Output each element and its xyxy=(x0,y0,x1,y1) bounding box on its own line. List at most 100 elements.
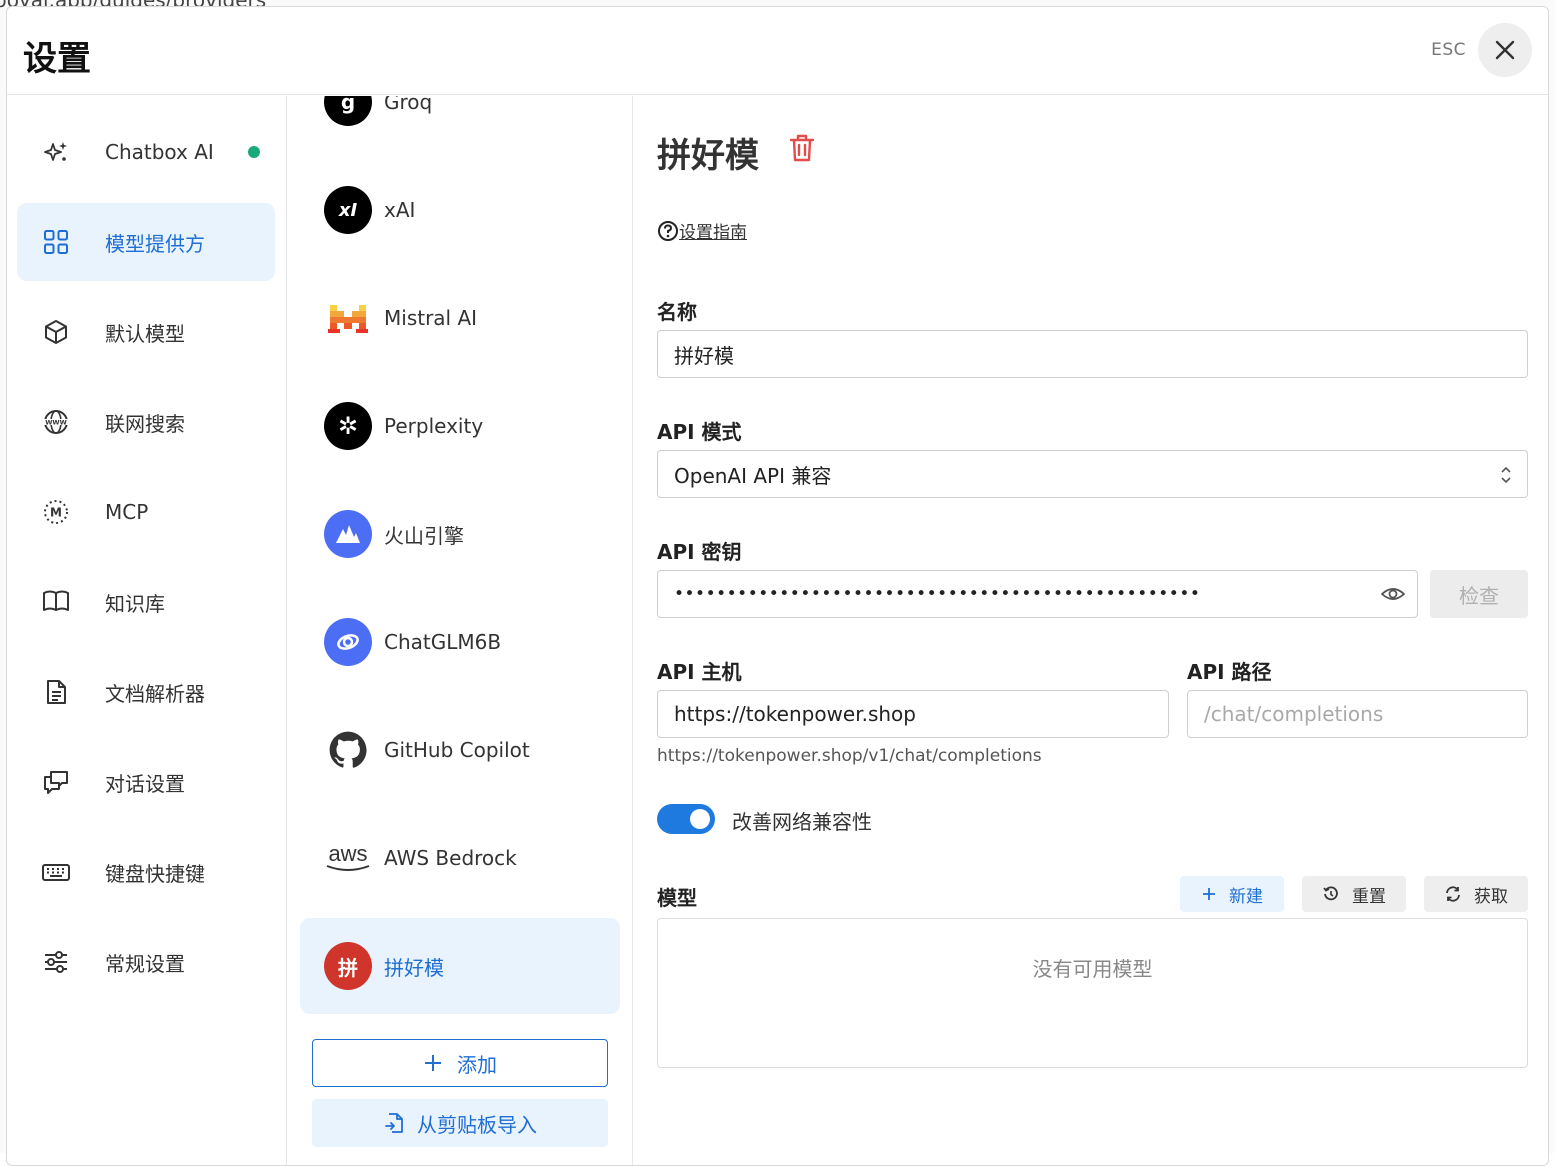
nav-label: 文档解析器 xyxy=(105,681,205,706)
updown-chevron-icon xyxy=(1501,466,1511,484)
nav-item-chat-settings[interactable]: 对话设置 xyxy=(17,743,275,821)
close-button[interactable] xyxy=(1478,23,1532,77)
document-icon xyxy=(41,677,71,707)
api-mode-select[interactable]: OpenAI API 兼容 xyxy=(657,450,1528,498)
provider-name: Perplexity xyxy=(384,414,484,438)
status-dot xyxy=(247,146,260,158)
network-compat-label: 改善网络兼容性 xyxy=(732,810,872,834)
provider-list[interactable]: g Groq xI xAI Mistral AI ✲ Perplexity 火山… xyxy=(288,96,633,1165)
provider-name: ChatGLM6B xyxy=(384,630,502,654)
nav-label: 常规设置 xyxy=(105,951,185,976)
reset-models-label: 重置 xyxy=(1352,886,1386,907)
plus-icon xyxy=(1203,888,1215,900)
mcp-icon: M xyxy=(41,497,71,527)
api-path-placeholder: /chat/completions xyxy=(1204,702,1384,726)
cube-icon xyxy=(41,317,71,347)
api-key-value: ••••••••••••••••••••••••••••••••••••••••… xyxy=(674,584,1201,604)
reset-models-button[interactable]: 重置 xyxy=(1302,876,1406,912)
perplexity-logo-icon: ✲ xyxy=(324,402,372,450)
nav-label: 对话设置 xyxy=(105,771,185,796)
provider-item-groq[interactable]: g Groq xyxy=(300,96,620,150)
eye-icon[interactable] xyxy=(1381,584,1405,604)
provider-item-pinhaomo[interactable]: 拼 拼好模 xyxy=(300,918,620,1014)
page-title: 设置 xyxy=(23,39,91,79)
nav-item-chatbox-ai[interactable]: Chatbox AI xyxy=(17,113,275,191)
svg-text:WWW: WWW xyxy=(45,419,67,427)
name-value: 拼好模 xyxy=(674,343,734,368)
import-clipboard-button[interactable]: 从剪贴板导入 xyxy=(312,1099,608,1147)
nav-item-default-model[interactable]: 默认模型 xyxy=(17,293,275,371)
nav-label: MCP xyxy=(105,500,149,524)
resolved-url: https://tokenpower.shop/v1/chat/completi… xyxy=(657,746,1042,766)
nav-item-general-settings[interactable]: 常规设置 xyxy=(17,923,275,1001)
nav-item-mcp[interactable]: M MCP xyxy=(17,473,275,551)
nav-label: 默认模型 xyxy=(105,321,185,346)
provider-name: Groq xyxy=(384,96,433,114)
new-model-button[interactable]: 新建 xyxy=(1180,876,1284,912)
api-host-value: https://tokenpower.shop xyxy=(674,702,916,726)
nav-item-document-parser[interactable]: 文档解析器 xyxy=(17,653,275,731)
grid-icon xyxy=(41,227,71,257)
provider-item-github-copilot[interactable]: GitHub Copilot xyxy=(300,702,620,798)
volcengine-logo-icon xyxy=(324,510,372,558)
nav-label: 键盘快捷键 xyxy=(105,861,205,886)
new-model-label: 新建 xyxy=(1229,886,1263,907)
nav-item-keyboard-shortcuts[interactable]: 键盘快捷键 xyxy=(17,833,275,911)
add-provider-button[interactable]: 添加 xyxy=(312,1039,608,1087)
provider-item-perplexity[interactable]: ✲ Perplexity xyxy=(300,378,620,474)
svg-text:M: M xyxy=(50,506,62,520)
sparkle-icon xyxy=(41,137,71,167)
import-file-icon xyxy=(385,1113,403,1133)
nav-label: 模型提供方 xyxy=(105,231,205,256)
nav-label: Chatbox AI xyxy=(105,140,214,164)
close-icon xyxy=(1495,40,1515,60)
nav-label: 联网搜索 xyxy=(105,411,185,436)
empty-models-message: 没有可用模型 xyxy=(1032,957,1153,981)
models-list: 没有可用模型 xyxy=(657,918,1528,1068)
delete-provider-button[interactable] xyxy=(787,132,819,164)
www-globe-icon: WWW xyxy=(41,407,71,437)
api-key-field[interactable]: ••••••••••••••••••••••••••••••••••••••••… xyxy=(657,570,1418,618)
api-key-label: API 密钥 xyxy=(657,540,742,564)
import-clipboard-label: 从剪贴板导入 xyxy=(417,1112,537,1137)
reset-icon xyxy=(1323,886,1338,901)
settings-modal: 设置 ESC Chatbox AI 模型提供方 默认模型 WWW 联网搜索 M … xyxy=(6,6,1549,1166)
nav-item-knowledge-base[interactable]: 知识库 xyxy=(17,563,275,641)
add-provider-label: 添加 xyxy=(457,1052,497,1077)
api-path-label: API 路径 xyxy=(1187,660,1272,684)
provider-name: 拼好模 xyxy=(384,955,444,980)
fetch-models-button[interactable]: 获取 xyxy=(1424,876,1528,912)
provider-name: AWS Bedrock xyxy=(384,846,517,870)
provider-item-chatglm[interactable]: ChatGLM6B xyxy=(300,594,620,690)
network-compat-toggle[interactable] xyxy=(657,804,715,834)
setup-guide-link[interactable]: 设置指南 xyxy=(657,218,747,243)
nav-item-model-providers[interactable]: 模型提供方 xyxy=(17,203,275,281)
refresh-icon xyxy=(1446,886,1460,902)
provider-item-aws-bedrock[interactable]: aws AWS Bedrock xyxy=(300,810,620,906)
provider-name: xAI xyxy=(384,198,416,222)
pinhaomo-logo-icon: 拼 xyxy=(324,942,372,990)
github-logo-icon xyxy=(324,726,372,774)
provider-item-volcengine[interactable]: 火山引擎 xyxy=(300,486,620,582)
nav-label: 知识库 xyxy=(105,591,165,616)
help-circle-icon xyxy=(658,220,678,241)
settings-header: 设置 ESC xyxy=(7,7,1548,95)
api-host-field[interactable]: https://tokenpower.shop xyxy=(657,690,1169,738)
fetch-models-label: 获取 xyxy=(1474,886,1508,907)
chat-icon xyxy=(41,767,71,797)
setup-guide-label: 设置指南 xyxy=(679,223,747,243)
models-label: 模型 xyxy=(657,886,697,910)
provider-item-mistral[interactable]: Mistral AI xyxy=(300,270,620,366)
sliders-icon xyxy=(41,947,71,977)
provider-name: 火山引擎 xyxy=(384,523,464,548)
xai-logo-icon: xI xyxy=(324,186,372,234)
check-key-button[interactable]: 检查 xyxy=(1430,570,1528,618)
provider-item-xai[interactable]: xI xAI xyxy=(300,162,620,258)
settings-nav: Chatbox AI 模型提供方 默认模型 WWW 联网搜索 M MCP 知识库… xyxy=(7,96,287,1165)
name-field[interactable]: 拼好模 xyxy=(657,330,1528,378)
groq-logo-icon: g xyxy=(324,96,372,126)
api-mode-label: API 模式 xyxy=(657,420,742,444)
trash-icon xyxy=(789,134,815,162)
nav-item-web-search[interactable]: WWW 联网搜索 xyxy=(17,383,275,461)
api-path-field[interactable]: /chat/completions xyxy=(1187,690,1528,738)
